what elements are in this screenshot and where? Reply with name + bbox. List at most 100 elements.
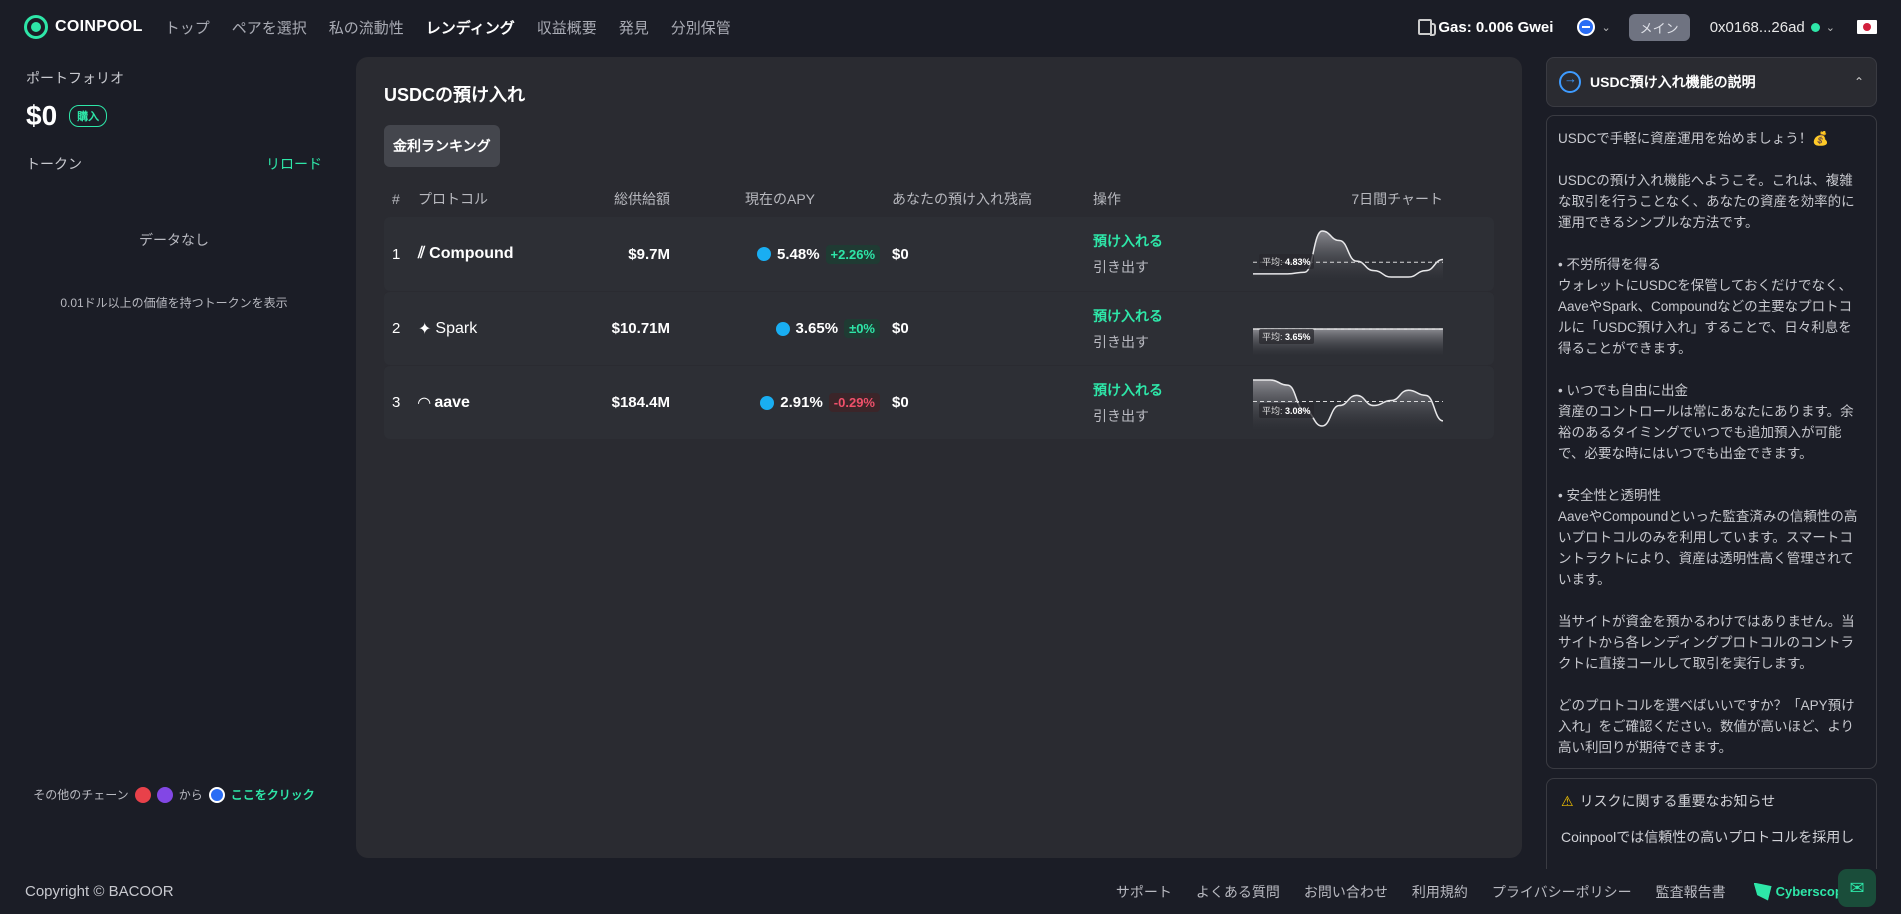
protocol-cell: ⫽ Compound (418, 245, 558, 263)
info-paragraph: • 安全性と透明性 (1558, 488, 1661, 503)
wallet-button[interactable]: 0x0168...26ad ⌄ (1710, 19, 1835, 36)
no-data-message: データなし (139, 232, 209, 248)
connected-status-icon (1810, 22, 1820, 32)
header-right: Gas: 0.006 Gwei ⌄ メイン 0x0168...26ad ⌄ (1418, 13, 1877, 41)
gas-value: Gas: 0.006 Gwei (1438, 18, 1554, 36)
action-cell: 預け入れる 引き出す (1093, 380, 1253, 426)
chevron-up-icon[interactable]: ⌃ (1854, 75, 1864, 89)
total-supply-value: $10.71M (611, 320, 670, 337)
chain-icon (1577, 18, 1596, 36)
nav-item-custody[interactable]: 分別保管 (671, 17, 731, 38)
polygon-icon (156, 786, 173, 803)
nav-item-top[interactable]: トップ (165, 17, 210, 38)
average-value: 3.65% (1285, 331, 1311, 342)
protocol-logo: ✦ Spark (418, 319, 558, 339)
table-row: 3 ◠ aave $184.4M 2.91% -0.29% $0 預け入れる 引… (384, 365, 1494, 439)
coinpool-logo-icon (24, 15, 48, 39)
total-supply-value: $9.7M (628, 245, 670, 263)
tab-rate-ranking[interactable]: 金利ランキング (384, 125, 500, 167)
footer-link-support[interactable]: サポート (1116, 882, 1172, 902)
footer-links: サポート よくある質問 お問い合わせ 利用規約 プライバシーポリシー 監査報告書 (1116, 882, 1726, 902)
nav-item-earnings[interactable]: 収益概要 (537, 17, 597, 38)
total-supply-value: $184.4M (611, 394, 670, 411)
chain-selector[interactable]: ⌄ (1577, 18, 1611, 36)
info-paragraph: USDCで手軽に資産運用を始めましょう！💰 (1558, 131, 1830, 146)
other-chains-prefix: その他のチェーン (33, 788, 129, 802)
protocol-cell: ✦ Spark (418, 319, 558, 339)
risk-title: リスクに関する重要なお知らせ (1579, 793, 1776, 809)
info-accordion-header[interactable]: USDC預け入れ機能の説明 ⌃ (1546, 57, 1877, 107)
nav-item-discover[interactable]: 発見 (619, 17, 649, 38)
spark-star-icon: ✦ (418, 320, 432, 338)
col-apy: 現在のAPY (745, 191, 816, 207)
info-panel: USDC預け入れ機能の説明 ⌃ USDCで手軽に資産運用を始めましょう！💰 US… (1546, 57, 1877, 869)
usdc-icon (775, 321, 790, 336)
protocol-table: # プロトコル 総供給額 現在のAPY あなたの預け入れ残高 操作 7日間チャー… (384, 181, 1494, 439)
deposit-button[interactable]: 預け入れる (1093, 306, 1253, 326)
footer-link-faq[interactable]: よくある質問 (1196, 882, 1280, 902)
cyberscope-badge[interactable]: Cyberscope (1753, 882, 1850, 901)
table-row: 2 ✦ Spark $10.71M 3.65% ±0% $0 預け入れる 引き出… (384, 291, 1494, 365)
info-body: USDCで手軽に資産運用を始めましょう！💰 USDCの預け入れ機能へようこそ。こ… (1546, 115, 1877, 769)
protocol-logo: ⫽ Compound (418, 245, 558, 263)
coinpool-logo[interactable]: COINPOOL (24, 15, 143, 39)
ethereum-chain-icon (208, 786, 225, 803)
logo-text: COINPOOL (55, 18, 143, 35)
other-chains-hint: その他のチェーン から ここをクリック (0, 786, 348, 803)
reload-button[interactable]: リロード (266, 154, 322, 174)
portfolio-sidebar: ポートフォリオ $0 購入 トークン リロード データなし 0.01ドル以上の価… (0, 54, 348, 869)
apy-cell: 5.48% +2.26% (670, 244, 888, 264)
withdraw-button[interactable]: 引き出す (1093, 406, 1253, 426)
protocol-name: Compound (429, 245, 514, 262)
deposit-button[interactable]: 預け入れる (1093, 380, 1253, 400)
chat-icon: ✉ (1849, 877, 1865, 898)
col-your-balance: あなたの預け入れ残高 (892, 191, 1032, 207)
other-chains-from: から (178, 788, 203, 802)
withdraw-button[interactable]: 引き出す (1093, 332, 1253, 352)
nav-item-my-liquidity[interactable]: 私の流動性 (329, 17, 404, 38)
footer-link-audit[interactable]: 監査報告書 (1656, 882, 1726, 902)
nav-item-lending[interactable]: レンディング (426, 17, 515, 38)
footer-link-privacy[interactable]: プライバシーポリシー (1492, 882, 1632, 902)
sparkline-chart: 平均: 3.08% (1253, 376, 1443, 430)
table-header: # プロトコル 総供給額 現在のAPY あなたの預け入れ残高 操作 7日間チャー… (384, 181, 1494, 217)
your-balance-value: $0 (892, 245, 909, 263)
token-filter-note: 0.01ドル以上の価値を持つトークンを表示 (60, 296, 288, 310)
deposit-button[interactable]: 預け入れる (1093, 231, 1253, 251)
action-cell: 預け入れる 引き出す (1093, 306, 1253, 352)
protocol-logo: ◠ aave (418, 393, 558, 413)
click-here-link[interactable]: ここをクリック (231, 786, 315, 803)
warning-icon: ⚠ (1561, 792, 1574, 809)
withdraw-button[interactable]: 引き出す (1093, 257, 1253, 277)
risk-title-row: ⚠ リスクに関する重要なお知らせ (1561, 791, 1862, 811)
gas-pump-icon (1418, 19, 1437, 36)
page-title: USDCの預け入れ (384, 85, 526, 105)
info-paragraph: AaveやCompoundといった監査済みの信頼性の高いプロトコルのみを利用して… (1558, 509, 1858, 587)
buy-button[interactable]: 購入 (69, 105, 108, 127)
col-total-supply: 総供給額 (614, 191, 670, 207)
footer-link-contact[interactable]: お問い合わせ (1304, 882, 1388, 902)
nav-item-pair-select[interactable]: ペアを選択 (232, 17, 307, 38)
info-paragraph: USDCの預け入れ機能へようこそ。これは、複雑な取引を行うことなく、あなたの資産… (1558, 173, 1855, 230)
copyright: Copyright © BACOOR (25, 883, 174, 900)
col-index: # (392, 191, 400, 207)
col-action: 操作 (1093, 191, 1121, 207)
chat-support-button[interactable]: ✉ (1838, 869, 1876, 907)
protocol-cell: ◠ aave (418, 393, 558, 413)
top-header: COINPOOL トップ ペアを選択 私の流動性 レンディング 収益概要 発見 … (0, 0, 1901, 54)
average-label: 平均: 3.08% (1259, 402, 1314, 418)
network-badge[interactable]: メイン (1628, 13, 1690, 41)
japan-flag-icon[interactable] (1857, 20, 1877, 34)
average-label: 平均: 3.65% (1259, 328, 1314, 344)
footer-link-terms[interactable]: 利用規約 (1412, 882, 1468, 902)
compound-icon: ⫽ (418, 245, 426, 262)
deposit-arrow-icon (1559, 71, 1581, 93)
info-paragraph: • いつでも自由に出金 (1558, 383, 1688, 398)
average-value: 3.08% (1285, 405, 1311, 416)
average-prefix: 平均: (1262, 331, 1283, 342)
apy-change-badge: ±0% (844, 319, 880, 338)
